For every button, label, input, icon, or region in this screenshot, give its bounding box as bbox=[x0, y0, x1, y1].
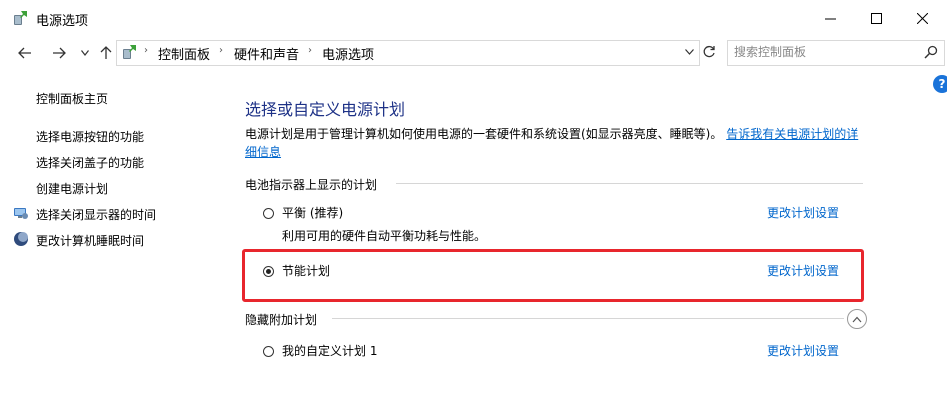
sidebar-item-sleep-time[interactable]: 更改计算机睡眠时间 bbox=[36, 232, 144, 249]
close-icon bbox=[916, 12, 928, 24]
window-title: 电源选项 bbox=[36, 14, 89, 29]
hidden-plans-section-label: 隐藏附加计划 bbox=[245, 311, 324, 328]
address-bar[interactable]: › 控制面板 › 硬件和声音 › 电源选项 bbox=[116, 40, 700, 66]
section-divider bbox=[332, 318, 844, 319]
chevron-down-icon bbox=[81, 50, 89, 56]
sidebar-item-create-plan[interactable]: 创建电源计划 bbox=[36, 180, 108, 197]
collapse-section-button[interactable] bbox=[847, 309, 867, 329]
arrow-up-icon bbox=[100, 46, 112, 59]
control-panel-icon bbox=[123, 45, 136, 59]
sidebar-item-lid-close[interactable]: 选择关闭盖子的功能 bbox=[36, 154, 144, 171]
moon-icon bbox=[14, 232, 28, 246]
back-button[interactable] bbox=[14, 43, 36, 63]
arrow-left-icon bbox=[18, 47, 31, 59]
search-icon[interactable] bbox=[924, 45, 938, 59]
refresh-button[interactable] bbox=[699, 42, 719, 62]
plan-balanced-radio[interactable] bbox=[263, 208, 274, 219]
breadcrumb-control-panel[interactable]: 控制面板 bbox=[158, 44, 210, 63]
plan-custom-change-settings-link[interactable]: 更改计划设置 bbox=[767, 342, 839, 359]
address-dropdown-button[interactable] bbox=[685, 45, 694, 58]
sidebar-control-panel-home[interactable]: 控制面板主页 bbox=[36, 90, 108, 107]
plan-custom-name[interactable]: 我的自定义计划 1 bbox=[282, 342, 377, 359]
minimize-icon bbox=[824, 18, 836, 19]
navigation-bar: › 控制面板 › 硬件和声音 › 电源选项 bbox=[0, 36, 947, 70]
breadcrumb-separator-icon: › bbox=[308, 45, 312, 56]
monitor-icon bbox=[14, 208, 28, 219]
maximize-icon bbox=[870, 12, 882, 24]
chevron-up-icon bbox=[852, 316, 862, 322]
sidebar-item-display-off-time[interactable]: 选择关闭显示器的时间 bbox=[36, 206, 156, 223]
maximize-button[interactable] bbox=[853, 0, 899, 36]
highlight-box bbox=[242, 249, 864, 302]
breadcrumb-separator-icon: › bbox=[144, 45, 148, 56]
chevron-down-icon bbox=[685, 49, 694, 55]
description-text: 电源计划是用于管理计算机如何使用电源的一套硬件和系统设置(如显示器亮度、睡眠等)… bbox=[245, 127, 723, 141]
plan-balanced-change-settings-link[interactable]: 更改计划设置 bbox=[767, 204, 839, 221]
close-button[interactable] bbox=[899, 0, 945, 36]
plan-custom-radio[interactable] bbox=[263, 346, 274, 357]
forward-button[interactable] bbox=[48, 43, 70, 63]
search-input[interactable] bbox=[734, 44, 914, 60]
help-icon[interactable]: ? bbox=[933, 75, 947, 93]
arrow-right-icon bbox=[53, 47, 66, 59]
page-title: 选择或自定义电源计划 bbox=[245, 100, 406, 119]
battery-plans-section-label: 电池指示器上显示的计划 bbox=[245, 176, 384, 193]
power-options-icon bbox=[14, 11, 27, 25]
sidebar-item-power-button[interactable]: 选择电源按钮的功能 bbox=[36, 128, 144, 145]
recent-locations-button[interactable] bbox=[78, 43, 92, 63]
section-divider bbox=[396, 183, 863, 184]
page-description: 电源计划是用于管理计算机如何使用电源的一套硬件和系统设置(如显示器亮度、睡眠等)… bbox=[245, 125, 865, 161]
refresh-icon bbox=[703, 45, 715, 58]
title-bar: 电源选项 bbox=[0, 0, 947, 36]
breadcrumb-separator-icon: › bbox=[219, 45, 223, 56]
minimize-button[interactable] bbox=[807, 0, 853, 36]
up-button[interactable] bbox=[95, 43, 117, 63]
search-box bbox=[727, 40, 945, 66]
plan-balanced-description: 利用可用的硬件自动平衡功耗与性能。 bbox=[282, 229, 487, 243]
plan-balanced-name[interactable]: 平衡 (推荐) bbox=[282, 204, 343, 221]
breadcrumb-power-options[interactable]: 电源选项 bbox=[322, 44, 374, 63]
breadcrumb-hardware-sound[interactable]: 硬件和声音 bbox=[234, 44, 299, 63]
